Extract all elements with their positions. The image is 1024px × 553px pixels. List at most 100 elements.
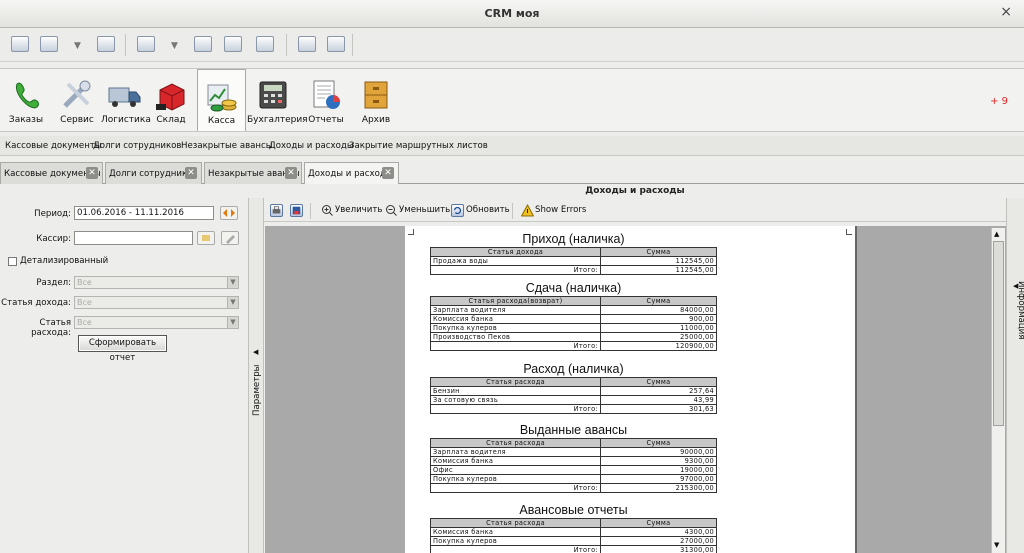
submenu-bar: Кассовые документы Долги сотрудников Нез… xyxy=(0,136,1024,156)
module-otchety[interactable]: Отчеты xyxy=(304,69,348,131)
print-icon[interactable] xyxy=(270,204,283,217)
module-servis[interactable]: Сервис xyxy=(56,69,98,131)
period-input[interactable]: 01.06.2016 - 11.11.2016 xyxy=(74,206,214,220)
header-cell: Сумма xyxy=(600,296,717,306)
cashier-select-button[interactable] xyxy=(197,231,215,245)
zoom-in-button[interactable]: Увеличить xyxy=(335,205,382,215)
submenu-item[interactable]: Незакрытые авансы xyxy=(181,141,273,151)
chevron-down-icon[interactable]: ▼ xyxy=(74,41,81,51)
zoom-in-icon xyxy=(322,205,333,216)
table-cell: 84000,00 xyxy=(600,305,717,315)
table-row: За сотовую связь 43,99 xyxy=(430,395,717,405)
tab-dohody[interactable]: Доходы и расходы ✕ xyxy=(304,162,399,184)
header-cell: Статья расхода xyxy=(430,438,601,448)
module-kassa[interactable]: Касса xyxy=(197,69,246,131)
plugin-icon[interactable] xyxy=(327,36,345,52)
close-icon[interactable]: ✕ xyxy=(382,167,394,179)
module-bar: Заказы Сервис Логистика Склад Касса Бухг… xyxy=(0,68,1024,132)
info-panel-toggle[interactable]: ◀ Информация xyxy=(1006,198,1024,553)
close-icon[interactable]: × xyxy=(1000,4,1012,20)
folder-icon xyxy=(202,235,210,241)
expense-select[interactable]: Все ▼ xyxy=(74,316,239,329)
table-cell: 4300,00 xyxy=(600,527,717,537)
search-window-icon[interactable] xyxy=(137,36,155,52)
scroll-up-icon[interactable]: ▲ xyxy=(994,230,999,238)
parameters-toggle[interactable]: ◀ Параметры xyxy=(248,198,264,553)
period-label: Период: xyxy=(34,209,71,219)
toolbar-separator xyxy=(512,203,513,219)
scroll-thumb[interactable] xyxy=(993,241,1004,426)
table-row: Зарплата водителя 90000,00 xyxy=(430,447,717,457)
section-title: Сдача (наличка) xyxy=(525,281,622,295)
collapse-left-icon: ◀ xyxy=(253,348,259,356)
truck-icon xyxy=(108,87,141,107)
report-section: Авансовые отчеты Статья расхода Сумма Комис… xyxy=(430,503,717,553)
module-logistika[interactable]: Логистика xyxy=(101,69,151,131)
table-cell: 25000,00 xyxy=(600,332,717,342)
table-header: Статья расхода Сумма xyxy=(430,518,717,528)
expense-label: Статья расхода: xyxy=(31,318,71,338)
show-errors-button[interactable]: Show Errors xyxy=(535,205,586,215)
close-icon[interactable]: ✕ xyxy=(285,167,297,179)
ruler-icon[interactable] xyxy=(194,36,212,52)
section-value: Все xyxy=(77,278,92,287)
submenu-item[interactable]: Долги сотрудников xyxy=(93,141,182,151)
edit-icon xyxy=(226,235,235,244)
refresh-button[interactable]: Обновить xyxy=(466,205,510,215)
build-report-button[interactable]: Сформировать отчет xyxy=(78,335,167,363)
table-row: Комиссия банка 9300,00 xyxy=(430,456,717,466)
toolbar-separator xyxy=(352,34,353,56)
document-tabs: Кассовые документы ✕ Долги сотрудников ✕ Н… xyxy=(0,162,1024,184)
section-select[interactable]: Все ▼ xyxy=(74,276,239,289)
table-cell: 43,99 xyxy=(600,395,717,405)
cashier-clear-button[interactable] xyxy=(221,231,239,245)
zoom-out-button[interactable]: Уменьшить xyxy=(399,205,450,215)
close-icon[interactable]: ✕ xyxy=(185,167,197,179)
submenu-item[interactable]: Доходы и расходы xyxy=(269,141,354,151)
section-title: Авансовые отчеты xyxy=(519,503,628,517)
table-cell: Комиссия банка xyxy=(430,527,601,537)
section-label: Раздел: xyxy=(36,278,71,288)
table-header: Статья расхода Сумма xyxy=(430,377,717,387)
chevron-down-icon[interactable]: ▼ xyxy=(171,41,178,51)
move-icon[interactable] xyxy=(40,36,58,52)
copy-icon[interactable] xyxy=(97,36,115,52)
window-title: CRM моя xyxy=(484,7,540,20)
total-label: Итого: xyxy=(430,341,601,351)
module-sklad[interactable]: Склад xyxy=(150,69,192,131)
total-value: 112545,00 xyxy=(600,265,717,275)
table-cell: Покупка кулеров xyxy=(430,536,601,546)
crop-mark xyxy=(408,229,414,235)
report-section: Выданные авансы Статья расхода Сумма Зарпла… xyxy=(430,423,717,493)
tab-dolgi[interactable]: Долги сотрудников ✕ xyxy=(105,162,202,184)
save-icon[interactable] xyxy=(290,204,303,217)
tasks-icon[interactable] xyxy=(298,36,316,52)
module-zakazy[interactable]: Заказы xyxy=(5,69,47,131)
submenu-item[interactable]: Закрытие маршрутных листов xyxy=(349,141,488,151)
submenu-item[interactable]: Кассовые документы xyxy=(5,141,102,151)
report-table: Статья расхода Сумма Бензин 257,64 За сотову… xyxy=(430,377,717,414)
module-arhiv[interactable]: Архив xyxy=(354,69,398,131)
tab-nezakrytye[interactable]: Незакрытые авансы ✕ xyxy=(204,162,302,184)
module-buhgalteriya[interactable]: Бухгалтерия xyxy=(247,69,308,131)
table-row: Комиссия банка 900,00 xyxy=(430,314,717,324)
notification-badge[interactable]: + 9 xyxy=(990,96,1008,107)
keyboard-icon[interactable] xyxy=(224,36,242,52)
table-header: Статья расхода(возврат) Сумма xyxy=(430,296,717,306)
period-select-icon[interactable] xyxy=(220,206,238,220)
close-icon[interactable]: ✕ xyxy=(86,167,98,179)
crop-mark xyxy=(846,229,852,235)
report-scrollbar[interactable]: ▲ ▼ xyxy=(991,228,1005,553)
cashier-input[interactable] xyxy=(74,231,193,245)
window-icon[interactable] xyxy=(11,36,29,52)
warehouse-icon xyxy=(156,83,185,111)
tab-kassovye[interactable]: Кассовые документы ✕ xyxy=(0,162,103,184)
income-select[interactable]: Все ▼ xyxy=(74,296,239,309)
settings-icon[interactable] xyxy=(256,36,274,52)
detailed-checkbox[interactable] xyxy=(8,257,17,266)
table-cell: 90000,00 xyxy=(600,447,717,457)
scroll-down-icon[interactable]: ▼ xyxy=(994,541,999,549)
chevron-down-icon: ▼ xyxy=(227,277,238,288)
table-cell: Покупка кулеров xyxy=(430,323,601,333)
table-cell: Зарплата водителя xyxy=(430,447,601,457)
